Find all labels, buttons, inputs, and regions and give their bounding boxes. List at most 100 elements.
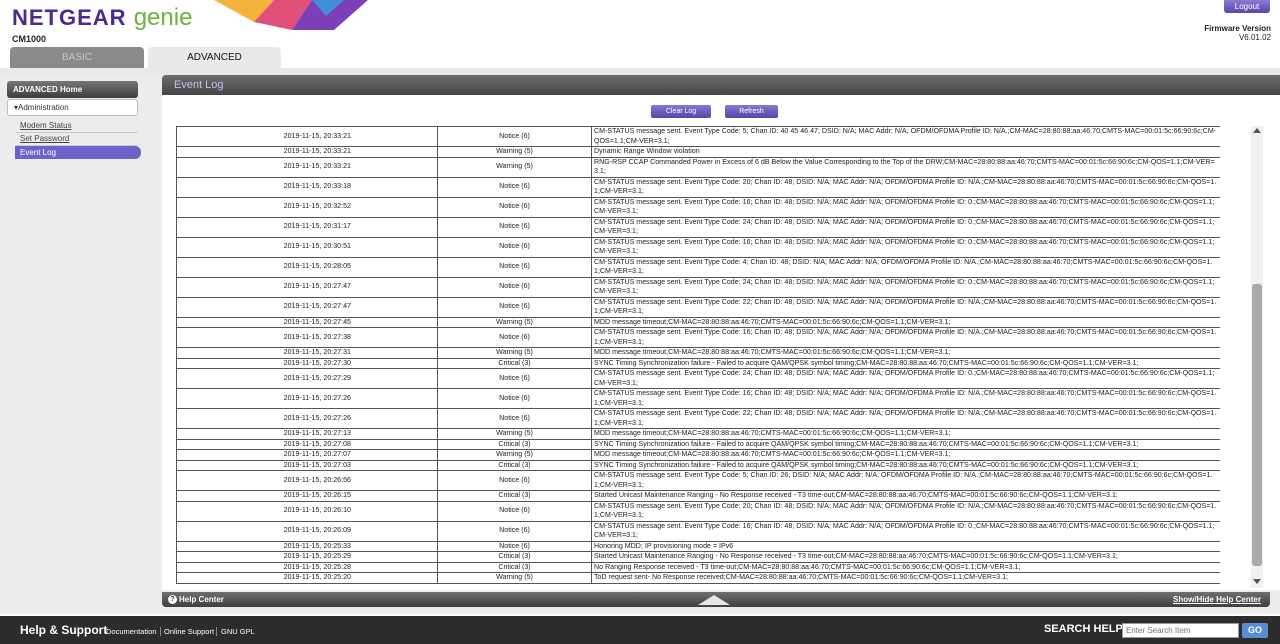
log-description-cell: CM-STATUS message sent. Event Type Code:… [591, 236, 1220, 258]
log-description-cell: ToD request sent- No Response received;C… [591, 572, 1220, 584]
logout-button[interactable]: Logout [1224, 0, 1270, 13]
logo-product: genie [133, 4, 193, 31]
log-description-cell: CM-STATUS message sent. Event Type Code:… [591, 176, 1220, 198]
logo-brand: NETGEAR [12, 5, 127, 30]
log-row: 2019-11-15, 20:27:07 Warning (5) MDD messa… [176, 449, 1220, 461]
footer-link-online-support[interactable]: Online Support [164, 627, 214, 636]
log-description-cell: MDD message timeout;CM-MAC=28:80:88:aa:4… [591, 449, 1220, 461]
tab-advanced[interactable]: ADVANCED [148, 47, 281, 69]
page-title: Event Log [162, 75, 1280, 95]
log-time-cell: 2019-11-15, 20:27:31 [176, 347, 438, 359]
log-time-cell: 2019-11-15, 20:27:26 [176, 388, 438, 409]
log-row: 2019-11-15, 20:27:30 Critical (3) SYNC Tim… [176, 357, 1220, 369]
log-description-cell: CM-STATUS message sent. Event Type Code:… [591, 196, 1220, 218]
log-priority-cell: Critical (3) [437, 490, 592, 502]
event-log-table-container[interactable]: 2019-11-15, 20:33:21 Notice (6) CM-STATUS … [176, 126, 1220, 588]
log-priority-cell: Notice (6) [437, 408, 592, 429]
log-priority-cell: Notice (6) [437, 296, 592, 318]
log-row: 2019-11-15, 20:31:17 Notice (6) CM-STATUS … [176, 216, 1220, 238]
log-description-cell: MDD message timeout;CM-MAC=28:80:88:aa:4… [591, 428, 1220, 440]
log-description-cell: CM-STATUS message sent. Event Type Code:… [591, 216, 1220, 238]
log-row: 2019-11-15, 20:26:09 Notice (6) CM-STATUS … [176, 520, 1220, 542]
log-description-cell: SYNC Timing Synchronization failure - Fa… [591, 357, 1220, 369]
log-time-cell: 2019-11-15, 20:25:33 [176, 540, 438, 552]
clear-log-button[interactable]: Clear Log [651, 105, 711, 118]
scrollbar-thumb[interactable] [1252, 284, 1262, 566]
sidebar-divider [16, 132, 138, 133]
log-time-cell: 2019-11-15, 20:27:38 [176, 327, 438, 348]
tab-basic[interactable]: BASIC [10, 47, 144, 69]
log-priority-cell: Notice (6) [437, 216, 592, 238]
log-row: 2019-11-15, 20:26:15 Critical (3) Started … [176, 490, 1220, 502]
log-priority-cell: Notice (6) [437, 236, 592, 258]
log-description-cell: Started Unicast Maintenance Ranging - No… [591, 490, 1220, 502]
show-hide-help-link[interactable]: Show/Hide Help Center [1173, 595, 1261, 604]
log-row: 2019-11-15, 20:27:31 Warning (5) MDD messa… [176, 347, 1220, 359]
help-icon[interactable]: ? [168, 595, 177, 604]
log-description-cell: CM-STATUS message sent. Event Type Code:… [591, 327, 1220, 348]
log-description-cell: Started Unicast Maintenance Ranging - No… [591, 551, 1220, 563]
log-priority-cell: Warning (5) [437, 316, 592, 328]
scroll-up-arrow-icon[interactable] [1253, 128, 1261, 133]
log-time-cell: 2019-11-15, 20:27:03 [176, 459, 438, 471]
search-go-button[interactable]: GO [1242, 623, 1268, 638]
help-center-label[interactable]: Help Center [179, 595, 224, 604]
log-row: 2019-11-15, 20:33:21 Warning (5) Dynamic R… [176, 146, 1220, 158]
log-priority-cell: Notice (6) [437, 540, 592, 552]
log-row: 2019-11-15, 20:30:51 Notice (6) CM-STATUS … [176, 236, 1220, 258]
log-row: 2019-11-15, 20:33:18 Notice (6) CM-STATUS … [176, 176, 1220, 198]
log-description-cell: Honoring MDD; IP provisioning mode = IPv… [591, 540, 1220, 552]
log-time-cell: 2019-11-15, 20:32:52 [176, 196, 438, 218]
firmware-label: Firmware Version [1204, 24, 1271, 33]
sidebar-item-event-log[interactable]: Event Log [15, 146, 141, 159]
log-row: 2019-11-15, 20:27:38 Notice (6) CM-STATUS … [176, 327, 1220, 348]
refresh-button[interactable]: Refresh [725, 105, 778, 118]
log-priority-cell: Critical (3) [437, 438, 592, 450]
log-row: 2019-11-15, 20:28:05 Notice (6) CM-STATUS … [176, 256, 1220, 278]
expand-help-arrow-icon[interactable] [698, 595, 730, 605]
log-description-cell: SYNC Timing Synchronization failure - Fa… [591, 438, 1220, 450]
scroll-down-arrow-icon[interactable] [1253, 579, 1261, 584]
sidebar-item-modem-status[interactable]: Modem Status [20, 121, 72, 130]
log-time-cell: 2019-11-15, 20:33:21 [176, 126, 438, 147]
log-priority-cell: Critical (3) [437, 551, 592, 563]
log-description-cell: CM-STATUS message sent. Event Type Code:… [591, 126, 1220, 147]
log-time-cell: 2019-11-15, 20:27:45 [176, 316, 438, 328]
log-priority-cell: Notice (6) [437, 126, 592, 147]
log-row: 2019-11-15, 20:27:45 Warning (5) MDD messa… [176, 316, 1220, 328]
sidebar-section-administration[interactable]: ▾Administration [7, 99, 138, 116]
log-row: 2019-11-15, 20:27:29 Notice (6) CM-STATUS … [176, 368, 1220, 389]
search-input[interactable] [1122, 623, 1239, 638]
log-time-cell: 2019-11-15, 20:33:18 [176, 176, 438, 198]
log-description-cell: CM-STATUS message sent. Event Type Code:… [591, 296, 1220, 318]
log-time-cell: 2019-11-15, 20:27:26 [176, 408, 438, 429]
log-time-cell: 2019-11-15, 20:26:10 [176, 500, 438, 522]
logo-swoosh-graphic [214, 0, 368, 30]
log-time-cell: 2019-11-15, 20:25:28 [176, 561, 438, 573]
log-time-cell: 2019-11-15, 20:27:47 [176, 296, 438, 318]
model-name: CM1000 [12, 34, 47, 44]
log-time-cell: 2019-11-15, 20:26:15 [176, 490, 438, 502]
log-time-cell: 2019-11-15, 20:31:17 [176, 216, 438, 238]
log-priority-cell: Notice (6) [437, 368, 592, 389]
footer-link-gnu-gpl[interactable]: GNU GPL [221, 627, 255, 636]
log-row: 2019-11-15, 20:25:20 Warning (5) ToD reque… [176, 572, 1220, 584]
log-time-cell: 2019-11-15, 20:27:47 [176, 276, 438, 298]
event-log-table: 2019-11-15, 20:33:21 Notice (6) CM-STATUS … [176, 126, 1220, 584]
sidebar-item-set-password[interactable]: Set Password [20, 134, 69, 143]
log-row: 2019-11-15, 20:27:03 Critical (3) SYNC Tim… [176, 459, 1220, 471]
footer-divider [160, 627, 161, 636]
log-row: 2019-11-15, 20:27:08 Critical (3) SYNC Tim… [176, 438, 1220, 450]
log-description-cell: MDD message timeout;CM-MAC=28:80:88:aa:4… [591, 347, 1220, 359]
log-priority-cell: Warning (5) [437, 449, 592, 461]
footer-link-documentation[interactable]: Documentation [106, 627, 156, 636]
log-description-cell: Dynamic Range Window violation [591, 146, 1220, 158]
log-time-cell: 2019-11-15, 20:27:07 [176, 449, 438, 461]
log-description-cell: RNG-RSP CCAP Commanded Power in Excess o… [591, 156, 1220, 178]
log-row: 2019-11-15, 20:33:21 Warning (5) RNG-RSP C… [176, 156, 1220, 178]
log-description-cell: CM-STATUS message sent. Event Type Code:… [591, 520, 1220, 542]
log-priority-cell: Critical (3) [437, 459, 592, 471]
log-description-cell: MDD message timeout;CM-MAC=28:80:88:aa:4… [591, 316, 1220, 328]
sidebar-advanced-home[interactable]: ADVANCED Home [7, 81, 138, 98]
log-row: 2019-11-15, 20:26:10 Notice (6) CM-STATUS … [176, 500, 1220, 522]
